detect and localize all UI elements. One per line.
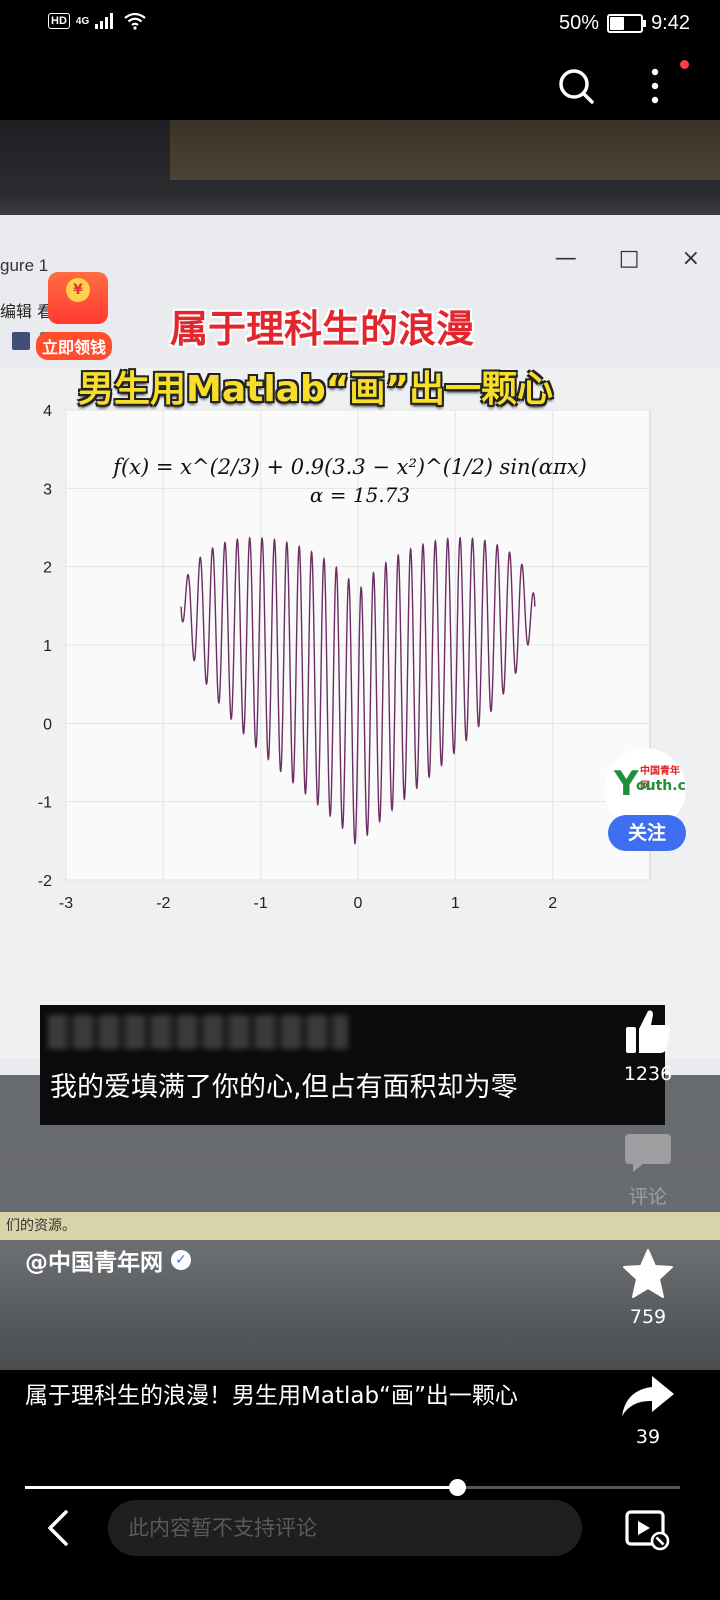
y-tick-label: -1	[38, 795, 52, 812]
x-tick-label: -1	[254, 895, 268, 912]
share-button[interactable]: 39	[608, 1372, 688, 1448]
close-icon: ×	[681, 246, 700, 271]
subtitle-box: 我的爱填满了你的心,但占有面积却为零	[40, 1005, 665, 1125]
progress-fill	[25, 1486, 458, 1489]
notification-dot	[680, 60, 689, 69]
y-tick-label: 0	[43, 716, 52, 733]
top-actions	[0, 50, 720, 120]
monitor-frame	[170, 120, 720, 180]
status-left: HD 4G	[48, 12, 147, 30]
author-handle[interactable]: @中国青年网	[25, 1243, 163, 1277]
y-tick-label: 1	[43, 638, 52, 655]
overlay-title-line2: 男生用Matlab“画”出一颗心	[78, 369, 554, 410]
wifi-icon	[124, 12, 146, 30]
signal-icon	[95, 13, 114, 29]
avatar-logo-y: Y	[614, 764, 639, 804]
verified-icon: ✓	[171, 1250, 191, 1270]
save-icon	[12, 332, 30, 350]
chart-subtitle: α = 15.73	[310, 483, 410, 507]
status-bar: HD 4G 50% 9:42	[0, 0, 720, 50]
share-count: 39	[635, 1426, 661, 1448]
picture-in-picture-icon[interactable]	[624, 1507, 670, 1551]
hd-badge: HD	[48, 13, 70, 29]
x-ticks: -3 -2 -1 0 1 2	[59, 895, 557, 912]
star-icon	[623, 1249, 673, 1298]
battery-percent: 50%	[559, 12, 600, 34]
red-packet-label[interactable]: 立即领钱	[36, 332, 113, 360]
comment-button[interactable]: 评论	[608, 1130, 688, 1209]
y-tick-label: -2	[38, 873, 52, 890]
coin-icon: ¥	[66, 278, 90, 302]
heart-plot: 4 3 2 1 0 -1 -2 -3 -2 -1 0 1 2 f(x) = x^(2/3) + 0.9…	[38, 403, 651, 912]
red-packet-icon[interactable]: ¥	[48, 272, 108, 324]
minimize-icon: —	[554, 246, 577, 271]
comment-input[interactable]: 此内容暂不支持评论	[108, 1500, 582, 1556]
back-arrow-icon[interactable]	[40, 1508, 80, 1548]
author-name[interactable]: @中国青年网 ✓	[25, 1243, 191, 1277]
x-tick-label: 2	[548, 895, 557, 912]
search-icon[interactable]	[556, 66, 596, 106]
clock: 9:42	[651, 12, 690, 34]
favorite-count: 759	[629, 1306, 667, 1328]
x-tick-label: 0	[354, 895, 363, 912]
y-ticks: 4 3 2 1 0 -1 -2	[38, 403, 52, 890]
y-tick-label: 4	[43, 403, 52, 420]
y-tick-label: 2	[43, 560, 52, 577]
progress-handle[interactable]	[449, 1479, 467, 1496]
like-count: 1236	[623, 1063, 673, 1085]
progress-bar[interactable]	[25, 1486, 680, 1489]
window-controls: — □ ×	[555, 246, 700, 271]
more-vertical-icon[interactable]	[645, 66, 665, 106]
status-right: 50% 9:42	[559, 12, 690, 35]
x-tick-label: -3	[59, 895, 73, 912]
maximize-icon: □	[618, 246, 640, 271]
follow-button[interactable]: 关注	[608, 815, 686, 851]
window-status-strip: 们的资源。	[0, 1212, 720, 1240]
avatar-logo-text: outh.cn	[636, 778, 686, 794]
comment-label: 评论	[628, 1186, 667, 1208]
window-title: gure 1	[0, 256, 49, 275]
blurred-text	[48, 1015, 348, 1049]
y-tick-label: 3	[43, 481, 52, 498]
overlay-title-line1: 属于理科生的浪漫	[170, 307, 475, 351]
video-caption: 属于理科生的浪漫！男生用Matlab“画”出一颗心	[25, 1383, 518, 1409]
signal-label: 4G	[75, 15, 90, 27]
comment-icon	[625, 1134, 671, 1172]
battery-icon	[607, 14, 647, 33]
favorite-button[interactable]: 759	[608, 1248, 688, 1328]
chart-title: f(x) = x^(2/3) + 0.9(3.3 − x²)^(1/2) sin…	[111, 455, 587, 479]
thumbs-up-icon	[626, 1010, 671, 1053]
like-button[interactable]: 1236	[608, 1005, 688, 1085]
x-tick-label: -2	[156, 895, 170, 912]
subtitle-text: 我的爱填满了你的心,但占有面积却为零	[50, 1072, 518, 1103]
share-arrow-icon	[622, 1376, 674, 1416]
x-tick-label: 1	[451, 895, 460, 912]
